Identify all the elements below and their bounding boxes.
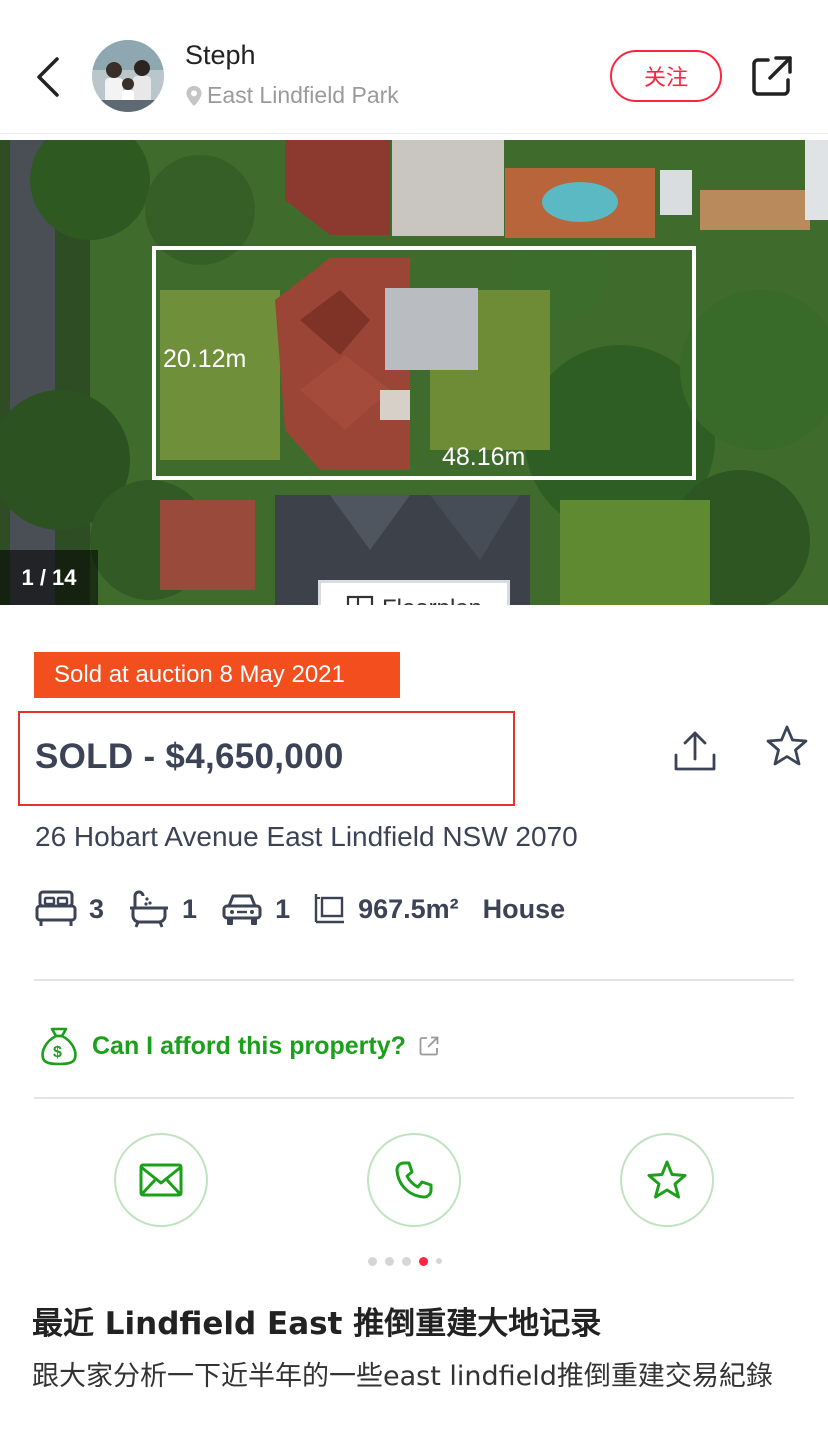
- photo-counter: 1 / 14: [0, 550, 98, 605]
- email-icon: [139, 1163, 183, 1197]
- car-icon: [222, 894, 262, 925]
- bath-icon: [130, 890, 169, 928]
- avatar[interactable]: [92, 40, 164, 112]
- phone-icon: [395, 1161, 433, 1199]
- save-listing-button[interactable]: [764, 723, 810, 769]
- share-listing-button[interactable]: [672, 727, 718, 775]
- parking-count: 1: [275, 893, 291, 924]
- star-icon: [647, 1160, 687, 1199]
- afford-calculator-link[interactable]: $ Can I afford this property?: [38, 1025, 440, 1067]
- star-outline-icon: [766, 725, 808, 766]
- dimension-width-label: 20.12m: [163, 345, 246, 373]
- aerial-photo[interactable]: 20.12m 48.16m: [0, 140, 828, 605]
- divider: [34, 1097, 794, 1099]
- share-upload-icon: [674, 731, 716, 771]
- bedrooms-count: 3: [89, 893, 105, 924]
- post-body: 跟大家分析一下近半年的一些east lindfield推倒重建交易紀錄: [32, 1361, 773, 1392]
- location-tag[interactable]: East Lindfield Park: [185, 82, 399, 109]
- chevron-left-icon: [37, 57, 59, 97]
- parking-feature: 1: [221, 890, 290, 928]
- shortlist-button[interactable]: [620, 1133, 714, 1227]
- afford-link-label: Can I afford this property?: [92, 1031, 406, 1060]
- listing-card: Sold at auction 8 May 2021 SOLD - $4,650…: [0, 605, 812, 1233]
- divider: [34, 979, 794, 981]
- carousel-dot[interactable]: [385, 1256, 394, 1266]
- author-name[interactable]: Steph: [185, 40, 256, 71]
- bathrooms-count: 1: [182, 893, 198, 924]
- money-bag-icon: $: [41, 1027, 77, 1066]
- call-agent-button[interactable]: [367, 1133, 461, 1227]
- aerial-photo-image: 20.12m 48.16m: [0, 140, 828, 605]
- location-label: East Lindfield Park: [207, 82, 399, 108]
- carousel-dot[interactable]: [368, 1256, 377, 1266]
- email-agent-button[interactable]: [114, 1133, 208, 1227]
- property-address: 26 Hobart Avenue East Lindfield NSW 2070: [35, 821, 578, 852]
- sold-badge: Sold at auction 8 May 2021: [34, 652, 400, 698]
- external-share-icon: [752, 56, 792, 96]
- property-type: House: [482, 893, 566, 924]
- carousel-dots: [368, 1256, 442, 1266]
- bedrooms-feature: 3: [35, 890, 104, 928]
- share-button[interactable]: [748, 52, 796, 100]
- carousel-dot[interactable]: [436, 1258, 442, 1264]
- location-pin-icon: [186, 85, 202, 106]
- sold-price: SOLD - $4,650,000: [35, 737, 344, 776]
- bathrooms-feature: 1: [128, 890, 197, 928]
- carousel-dot[interactable]: [402, 1256, 411, 1266]
- svg-text:$: $: [53, 1044, 62, 1061]
- property-type-feature: House: [483, 894, 566, 925]
- external-link-icon: [419, 1036, 439, 1056]
- land-size-icon: [314, 894, 345, 924]
- post-header: Steph East Lindfield Park 关注: [0, 0, 828, 134]
- follow-button[interactable]: 关注: [610, 50, 722, 102]
- carousel-dot-active[interactable]: [419, 1256, 428, 1266]
- property-features: 3 1 1 967.5m² House: [35, 887, 589, 931]
- land-size-feature: 967.5m²: [314, 892, 459, 926]
- land-size-value: 967.5m²: [358, 893, 459, 924]
- bed-icon: [35, 890, 77, 926]
- back-button[interactable]: [30, 52, 66, 102]
- dimension-length-label: 48.16m: [442, 443, 525, 471]
- post-title: 最近 Lindfield East 推倒重建大地记录: [32, 1306, 602, 1342]
